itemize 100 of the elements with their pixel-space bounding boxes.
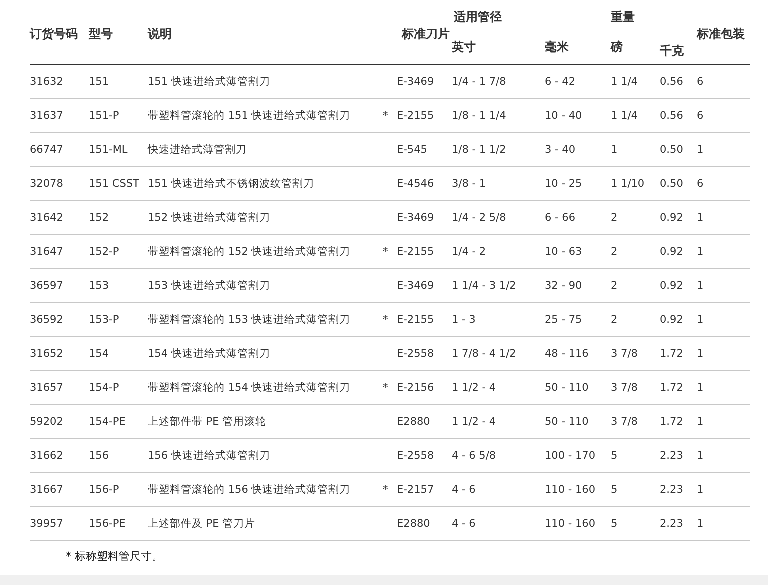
description-cell: 上述部件带 PE 管用滚轮 [148, 404, 383, 438]
inch-range-cell: 1 1/4 - 3 1/2 [452, 268, 545, 302]
inch-range-cell: 1/4 - 2 [452, 234, 545, 268]
inch-range-cell: 1/8 - 1 1/2 [452, 132, 545, 166]
mm-range-cell: 6 - 66 [545, 200, 611, 234]
order-number-cell: 66747 [30, 132, 89, 166]
weight-kg-cell: 0.56 [660, 64, 697, 98]
inch-range-cell: 1 7/8 - 4 1/2 [452, 336, 545, 370]
model-cell: 152 [89, 200, 148, 234]
order-number-cell: 31667 [30, 472, 89, 506]
inch-range-cell: 1/4 - 1 7/8 [452, 64, 545, 98]
blade-cell: E-2157 [397, 472, 452, 506]
column-header: 标准包装 [697, 4, 750, 64]
weight-lb-cell: 2 [611, 234, 660, 268]
description-cell: 152 快速进给式薄管割刀 [148, 200, 383, 234]
mm-range-cell: 6 - 42 [545, 64, 611, 98]
column-header: 适用管径 [452, 4, 611, 30]
column-header: 重量 [611, 4, 697, 30]
model-cell: 156 [89, 438, 148, 472]
weight-lb-cell: 5 [611, 472, 660, 506]
pack-cell: 1 [697, 132, 750, 166]
mm-range-cell: 10 - 63 [545, 234, 611, 268]
pack-cell: 1 [697, 370, 750, 404]
model-cell: 151 [89, 64, 148, 98]
column-header: 型号 [89, 4, 148, 64]
inch-range-cell: 4 - 6 [452, 506, 545, 540]
weight-lb-cell: 2 [611, 200, 660, 234]
weight-kg-cell: 0.50 [660, 132, 697, 166]
order-number-cell: 39957 [30, 506, 89, 540]
weight-kg-cell: 2.23 [660, 438, 697, 472]
weight-lb-cell: 1 1/4 [611, 98, 660, 132]
column-header: 说明 [148, 4, 383, 64]
blade-cell: E-4546 [397, 166, 452, 200]
description-cell: 151 快速进给式不锈钢波纹管割刀 [148, 166, 383, 200]
mm-range-cell: 50 - 110 [545, 404, 611, 438]
inch-range-cell: 1 1/2 - 4 [452, 370, 545, 404]
mm-range-cell: 110 - 160 [545, 472, 611, 506]
order-number-cell: 31662 [30, 438, 89, 472]
footnote: * 标称塑料管尺寸。 [65, 549, 164, 564]
pack-cell: 1 [697, 404, 750, 438]
pack-cell: 1 [697, 200, 750, 234]
column-header: 标准刀片 [383, 4, 452, 64]
mm-range-cell: 48 - 116 [545, 336, 611, 370]
mm-range-cell: 3 - 40 [545, 132, 611, 166]
blade-cell: E-3469 [397, 64, 452, 98]
description-cell: 154 快速进给式薄管割刀 [148, 336, 383, 370]
pack-cell: 1 [697, 438, 750, 472]
blade-cell: E-2558 [397, 336, 452, 370]
blade-cell: E-3469 [397, 268, 452, 302]
weight-lb-cell: 2 [611, 268, 660, 302]
column-header: 毫米 [545, 30, 611, 64]
weight-kg-cell: 1.72 [660, 336, 697, 370]
column-header: 英寸 [452, 30, 545, 64]
footnote-mark: * [383, 110, 388, 122]
weight-lb-cell: 1 1/10 [611, 166, 660, 200]
model-cell: 151-P [89, 98, 148, 132]
model-cell: 152-P [89, 234, 148, 268]
pack-cell: 1 [697, 472, 750, 506]
footnote-mark: * [383, 314, 388, 326]
order-number-cell: 36597 [30, 268, 89, 302]
mm-range-cell: 50 - 110 [545, 370, 611, 404]
weight-lb-cell: 3 7/8 [611, 336, 660, 370]
pack-cell: 6 [697, 64, 750, 98]
model-cell: 154-PE [89, 404, 148, 438]
pack-cell: 1 [697, 268, 750, 302]
weight-lb-cell: 2 [611, 302, 660, 336]
blade-cell: E2880 [397, 404, 452, 438]
blade-cell: E-2155 [397, 234, 452, 268]
model-cell: 151-ML [89, 132, 148, 166]
description-cell: 153 快速进给式薄管割刀 [148, 268, 383, 302]
order-number-cell: 31652 [30, 336, 89, 370]
description-cell: 151 快速进给式薄管割刀 [148, 64, 383, 98]
order-number-cell: 59202 [30, 404, 89, 438]
blade-cell: E2880 [397, 506, 452, 540]
pack-cell: 1 [697, 302, 750, 336]
inch-range-cell: 1 - 3 [452, 302, 545, 336]
weight-lb-cell: 5 [611, 438, 660, 472]
pack-cell: 1 [697, 234, 750, 268]
mm-range-cell: 32 - 90 [545, 268, 611, 302]
model-cell: 151 CSST [89, 166, 148, 200]
inch-range-cell: 4 - 6 [452, 472, 545, 506]
mm-range-cell: 10 - 25 [545, 166, 611, 200]
pack-cell: 6 [697, 166, 750, 200]
order-number-cell: 31642 [30, 200, 89, 234]
description-cell: 带塑料管滚轮的 153 快速进给式薄管割刀 [148, 302, 383, 336]
description-cell: 带塑料管滚轮的 156 快速进给式薄管割刀 [148, 472, 383, 506]
column-header: 千克 [660, 30, 697, 64]
mm-range-cell: 110 - 160 [545, 506, 611, 540]
weight-kg-cell: 1.72 [660, 370, 697, 404]
mm-range-cell: 25 - 75 [545, 302, 611, 336]
weight-lb-cell: 5 [611, 506, 660, 540]
order-number-cell: 31637 [30, 98, 89, 132]
description-cell: 带塑料管滚轮的 154 快速进给式薄管割刀 [148, 370, 383, 404]
footnote-mark: * [383, 246, 388, 258]
column-header: 磅 [611, 30, 660, 64]
description-cell: 快速进给式薄管割刀 [148, 132, 383, 166]
footnote-mark: * [383, 382, 388, 394]
description-cell: 156 快速进给式薄管割刀 [148, 438, 383, 472]
pack-cell: 1 [697, 336, 750, 370]
footnote-mark: * [383, 484, 388, 496]
